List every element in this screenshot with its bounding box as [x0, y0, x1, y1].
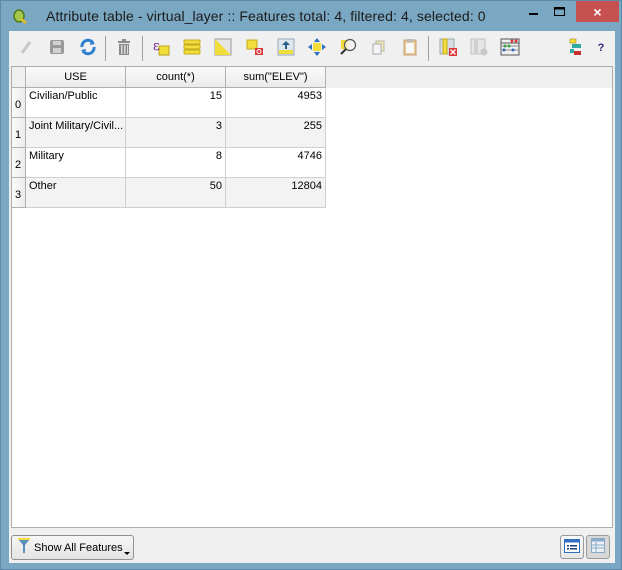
attribute-table[interactable]: USE count(*) sum("ELEV") 0 Civilian/Publ…: [11, 66, 613, 528]
select-all-button[interactable]: [181, 37, 203, 59]
table-cell[interactable]: 15: [126, 88, 226, 118]
maximize-button[interactable]: [547, 1, 573, 22]
paste-features-button[interactable]: [399, 37, 421, 59]
paste-icon: [402, 38, 418, 59]
conditional-formatting-button[interactable]: [564, 37, 586, 59]
table-cell[interactable]: 50: [126, 178, 226, 208]
filter-label: Show All Features: [34, 541, 123, 554]
trash-icon: [116, 38, 132, 59]
table-cell[interactable]: 4746: [226, 148, 326, 178]
pan-icon: [308, 37, 326, 59]
abacus-icon: [500, 38, 520, 59]
attribute-table-window: Attribute table - virtual_layer :: Featu…: [0, 0, 622, 570]
dialog-body: ε ? USE count(*) sum("ELEV") 0 Civilian/…: [9, 31, 615, 563]
table-cell[interactable]: 8: [126, 148, 226, 178]
pencil-icon: [18, 39, 34, 58]
funnel-icon: [18, 538, 30, 557]
table-cell[interactable]: 3: [126, 118, 226, 148]
column-header-use[interactable]: USE: [26, 67, 126, 88]
delete-column-button[interactable]: [437, 37, 459, 59]
column-header-sum-elev[interactable]: sum("ELEV"): [226, 67, 326, 88]
table-cell[interactable]: 4953: [226, 88, 326, 118]
form-view-button[interactable]: [560, 535, 584, 559]
table-view-button[interactable]: [586, 535, 610, 559]
row-header[interactable]: 3: [12, 178, 26, 208]
qgis-logo-icon: [12, 8, 28, 24]
feature-filter-button[interactable]: Show All Features: [11, 535, 134, 560]
toolbar: ε ?: [9, 31, 615, 65]
toolbar-separator: [142, 36, 143, 61]
field-calculator-button[interactable]: [499, 37, 521, 59]
save-icon: [49, 39, 65, 58]
close-button[interactable]: ×: [576, 1, 619, 22]
delete-selected-button[interactable]: [113, 37, 135, 59]
expression-select-icon: ε: [152, 38, 170, 59]
select-all-corner[interactable]: [12, 67, 26, 88]
move-to-top-icon: [277, 38, 295, 59]
table-cell[interactable]: Civilian/Public: [26, 88, 126, 118]
minimize-button[interactable]: [521, 1, 547, 22]
dropdown-arrow-icon: [124, 552, 130, 555]
help-button[interactable]: ?: [590, 37, 612, 59]
bottom-bar: Show All Features: [9, 533, 615, 563]
invert-selection-button[interactable]: [212, 37, 234, 59]
pan-to-selected-button[interactable]: [306, 37, 328, 59]
toolbar-separator: [105, 36, 106, 61]
column-header-count[interactable]: count(*): [126, 67, 226, 88]
select-all-icon: [183, 38, 201, 59]
table-view-icon: [591, 538, 605, 556]
row-header[interactable]: 2: [12, 148, 26, 178]
toolbar-separator: [428, 36, 429, 61]
zoom-to-selected-button[interactable]: [337, 37, 359, 59]
copy-selected-button[interactable]: [368, 37, 390, 59]
invert-selection-icon: [214, 38, 232, 59]
save-edits-button[interactable]: [46, 37, 68, 59]
copy-icon: [371, 39, 387, 58]
refresh-icon: [79, 38, 97, 59]
delete-column-icon: [439, 38, 457, 59]
deselect-icon: [246, 38, 264, 59]
svg-text:ε: ε: [153, 39, 160, 54]
conditional-format-icon: [567, 38, 583, 59]
help-icon: ?: [597, 42, 605, 54]
deselect-all-button[interactable]: [244, 37, 266, 59]
table-cell[interactable]: Other: [26, 178, 126, 208]
new-column-icon: [470, 38, 488, 59]
table-cell[interactable]: 255: [226, 118, 326, 148]
table-cell[interactable]: 12804: [226, 178, 326, 208]
toggle-editing-button[interactable]: [15, 37, 37, 59]
window-title: Attribute table - virtual_layer :: Featu…: [46, 8, 486, 24]
row-header[interactable]: 1: [12, 118, 26, 148]
reload-button[interactable]: [77, 37, 99, 59]
table-cell[interactable]: Military: [26, 148, 126, 178]
new-column-button[interactable]: [468, 37, 490, 59]
select-by-expression-button[interactable]: ε: [150, 37, 172, 59]
row-header[interactable]: 0: [12, 88, 26, 118]
form-view-icon: [564, 538, 580, 556]
zoom-map-icon: [339, 38, 357, 59]
title-bar[interactable]: Attribute table - virtual_layer :: Featu…: [1, 1, 621, 31]
move-selection-to-top-button[interactable]: [275, 37, 297, 59]
table-cell[interactable]: Joint Military/Civil...: [26, 118, 126, 148]
